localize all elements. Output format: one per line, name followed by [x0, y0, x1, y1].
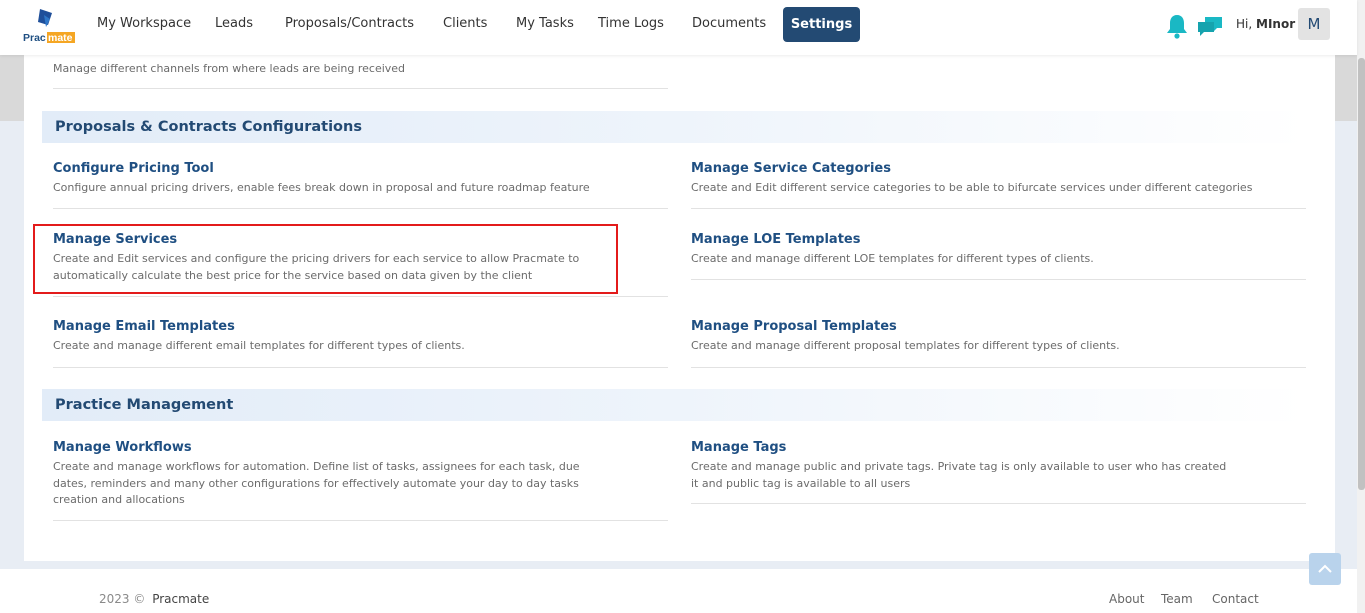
item-title[interactable]: Manage Service Categories [691, 161, 1306, 176]
item-description: Configure annual pricing drivers, enable… [53, 181, 590, 194]
highlight-box [33, 224, 618, 294]
footer-link-about[interactable]: About [1109, 592, 1144, 606]
item-description: Manage different channels from where lea… [53, 62, 406, 75]
item-manage-tags[interactable]: Manage Tags Create and manage public and… [691, 440, 1236, 492]
divider [53, 88, 668, 89]
footer: 2023 © Pracmate About Team Contact [0, 569, 1357, 613]
divider [53, 520, 668, 521]
item-manage-service-categories[interactable]: Manage Service Categories Create and Edi… [691, 161, 1306, 197]
copyright-year: 2023 © [99, 592, 146, 606]
item-description: Create and manage workflows for automati… [53, 460, 580, 506]
scroll-to-top-button[interactable] [1309, 553, 1341, 585]
nav-proposals-contracts[interactable]: Proposals/Contracts [285, 16, 414, 31]
svg-text:Prac: Prac [23, 32, 46, 44]
messages-icon[interactable] [1197, 15, 1224, 37]
user-greeting: Hi, MInor [1236, 17, 1295, 31]
avatar[interactable]: M [1298, 8, 1330, 40]
user-name: MInor [1256, 17, 1296, 31]
footer-copyright: 2023 © Pracmate [99, 592, 209, 606]
item-manage-email-templates[interactable]: Manage Email Templates Create and manage… [53, 319, 668, 355]
nav-documents[interactable]: Documents [692, 16, 766, 31]
divider [691, 279, 1306, 280]
section-header-practice-management: Practice Management [42, 389, 1307, 421]
divider [691, 503, 1306, 504]
footer-link-team[interactable]: Team [1161, 592, 1193, 606]
item-manage-workflows[interactable]: Manage Workflows Create and manage workf… [53, 440, 608, 509]
notification-bell-icon[interactable] [1165, 13, 1189, 39]
nav-leads[interactable]: Leads [215, 16, 253, 31]
item-description: Create and Edit different service catego… [691, 181, 1253, 194]
nav-my-tasks[interactable]: My Tasks [516, 16, 574, 31]
item-description: Create and manage different proposal tem… [691, 339, 1120, 352]
nav-clients[interactable]: Clients [443, 16, 487, 31]
item-title[interactable]: Configure Pricing Tool [53, 161, 668, 176]
divider [53, 296, 668, 297]
item-title[interactable]: Manage LOE Templates [691, 232, 1306, 247]
nav-my-workspace[interactable]: My Workspace [97, 16, 191, 31]
scrollbar-thumb[interactable] [1358, 58, 1365, 490]
top-navbar: Prac mate My Workspace Leads Proposals/C… [0, 0, 1357, 55]
item-description: Create and manage different email templa… [53, 339, 465, 352]
nav-time-logs[interactable]: Time Logs [598, 16, 664, 31]
svg-text:mate: mate [48, 32, 73, 44]
chevron-up-icon [1318, 564, 1332, 573]
item-title[interactable]: Manage Tags [691, 440, 1236, 455]
item-title[interactable]: Manage Workflows [53, 440, 608, 455]
divider [53, 208, 668, 209]
item-title[interactable]: Manage Email Templates [53, 319, 668, 334]
item-description: Create and manage public and private tag… [691, 460, 1227, 490]
pracmate-logo[interactable]: Prac mate [22, 5, 76, 45]
divider [691, 208, 1306, 209]
lead-channels-item: Manage different channels from where lea… [53, 61, 668, 78]
divider [691, 367, 1306, 368]
item-description: Create and manage different LOE template… [691, 252, 1094, 265]
item-manage-proposal-templates[interactable]: Manage Proposal Templates Create and man… [691, 319, 1306, 355]
item-configure-pricing-tool[interactable]: Configure Pricing Tool Configure annual … [53, 161, 668, 197]
footer-brand: Pracmate [152, 592, 210, 606]
greeting-prefix: Hi, [1236, 17, 1253, 31]
section-header-proposals: Proposals & Contracts Configurations [42, 111, 1307, 143]
item-manage-loe-templates[interactable]: Manage LOE Templates Create and manage d… [691, 232, 1306, 268]
footer-link-contact[interactable]: Contact [1212, 592, 1259, 606]
nav-settings[interactable]: Settings [783, 7, 860, 42]
item-title[interactable]: Manage Proposal Templates [691, 319, 1306, 334]
divider [53, 367, 668, 368]
